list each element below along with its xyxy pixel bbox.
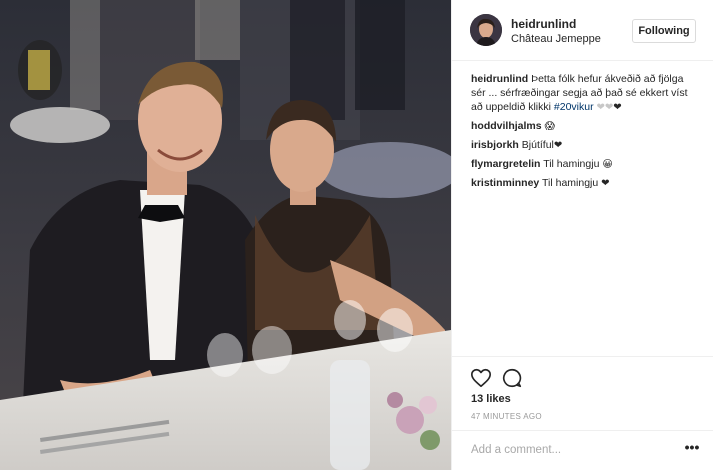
- heart-icon: ❤: [553, 140, 563, 151]
- speech-bubble-icon-glyph: [502, 368, 522, 388]
- comment-row: irisbjorkh Bjútíful❤: [471, 138, 699, 153]
- post-location[interactable]: Château Jemeppe: [511, 33, 601, 45]
- post-actions: 13 likes 47 MINUTES AGO: [452, 356, 713, 436]
- likes-count[interactable]: 13 likes: [471, 393, 511, 405]
- comment-text: Til hamingju: [543, 158, 603, 170]
- comment-username[interactable]: hoddvilhjalms: [471, 120, 542, 132]
- avatar[interactable]: [470, 14, 502, 46]
- heart-icon[interactable]: [470, 367, 492, 389]
- heart-icon: ❤: [601, 178, 610, 189]
- caption: heidrunlind Þetta fólk hefur ákveðið að …: [471, 72, 699, 115]
- speech-bubble-icon[interactable]: [501, 367, 523, 389]
- add-comment-input[interactable]: Add a comment...: [471, 444, 561, 456]
- caption-faded-emoji: ❤❤: [596, 102, 614, 113]
- comment-row: flymargretelin Til hamingju 😀: [471, 157, 699, 172]
- comment-row: hoddvilhjalms 😱: [471, 119, 699, 134]
- comment-text: Bjútíful: [521, 139, 554, 151]
- comments-list: heidrunlind Þetta fólk hefur ákveðið að …: [471, 72, 699, 195]
- post-header: heidrunlind Château Jemeppe Following: [452, 0, 713, 61]
- add-comment-bar: Add a comment... •••: [452, 430, 713, 470]
- author-username[interactable]: heidrunlind: [511, 17, 576, 31]
- following-button[interactable]: Following: [632, 19, 696, 43]
- grin-emoji-icon: 😀: [602, 159, 613, 170]
- more-options-icon[interactable]: •••: [682, 440, 702, 458]
- avatar-image: [470, 14, 502, 46]
- comment-username[interactable]: flymargretelin: [471, 158, 540, 170]
- comment-username[interactable]: kristinminney: [471, 177, 539, 189]
- photo-illustration: [0, 0, 451, 470]
- post-timestamp[interactable]: 47 MINUTES AGO: [471, 412, 542, 421]
- scream-emoji-icon: 😱: [544, 121, 555, 132]
- comment-text: Til hamingju: [542, 177, 602, 189]
- heart-icon-glyph: [471, 368, 491, 388]
- caption-author[interactable]: heidrunlind: [471, 73, 528, 85]
- comment-row: kristinminney Til hamingju ❤: [471, 176, 699, 191]
- post-photo[interactable]: [0, 0, 451, 470]
- comment-username[interactable]: irisbjorkh: [471, 139, 519, 151]
- heart-icon: ❤: [613, 102, 622, 113]
- caption-hashtag[interactable]: #20vikur: [554, 101, 594, 113]
- post-sidebar: heidrunlind Château Jemeppe Following he…: [451, 0, 713, 470]
